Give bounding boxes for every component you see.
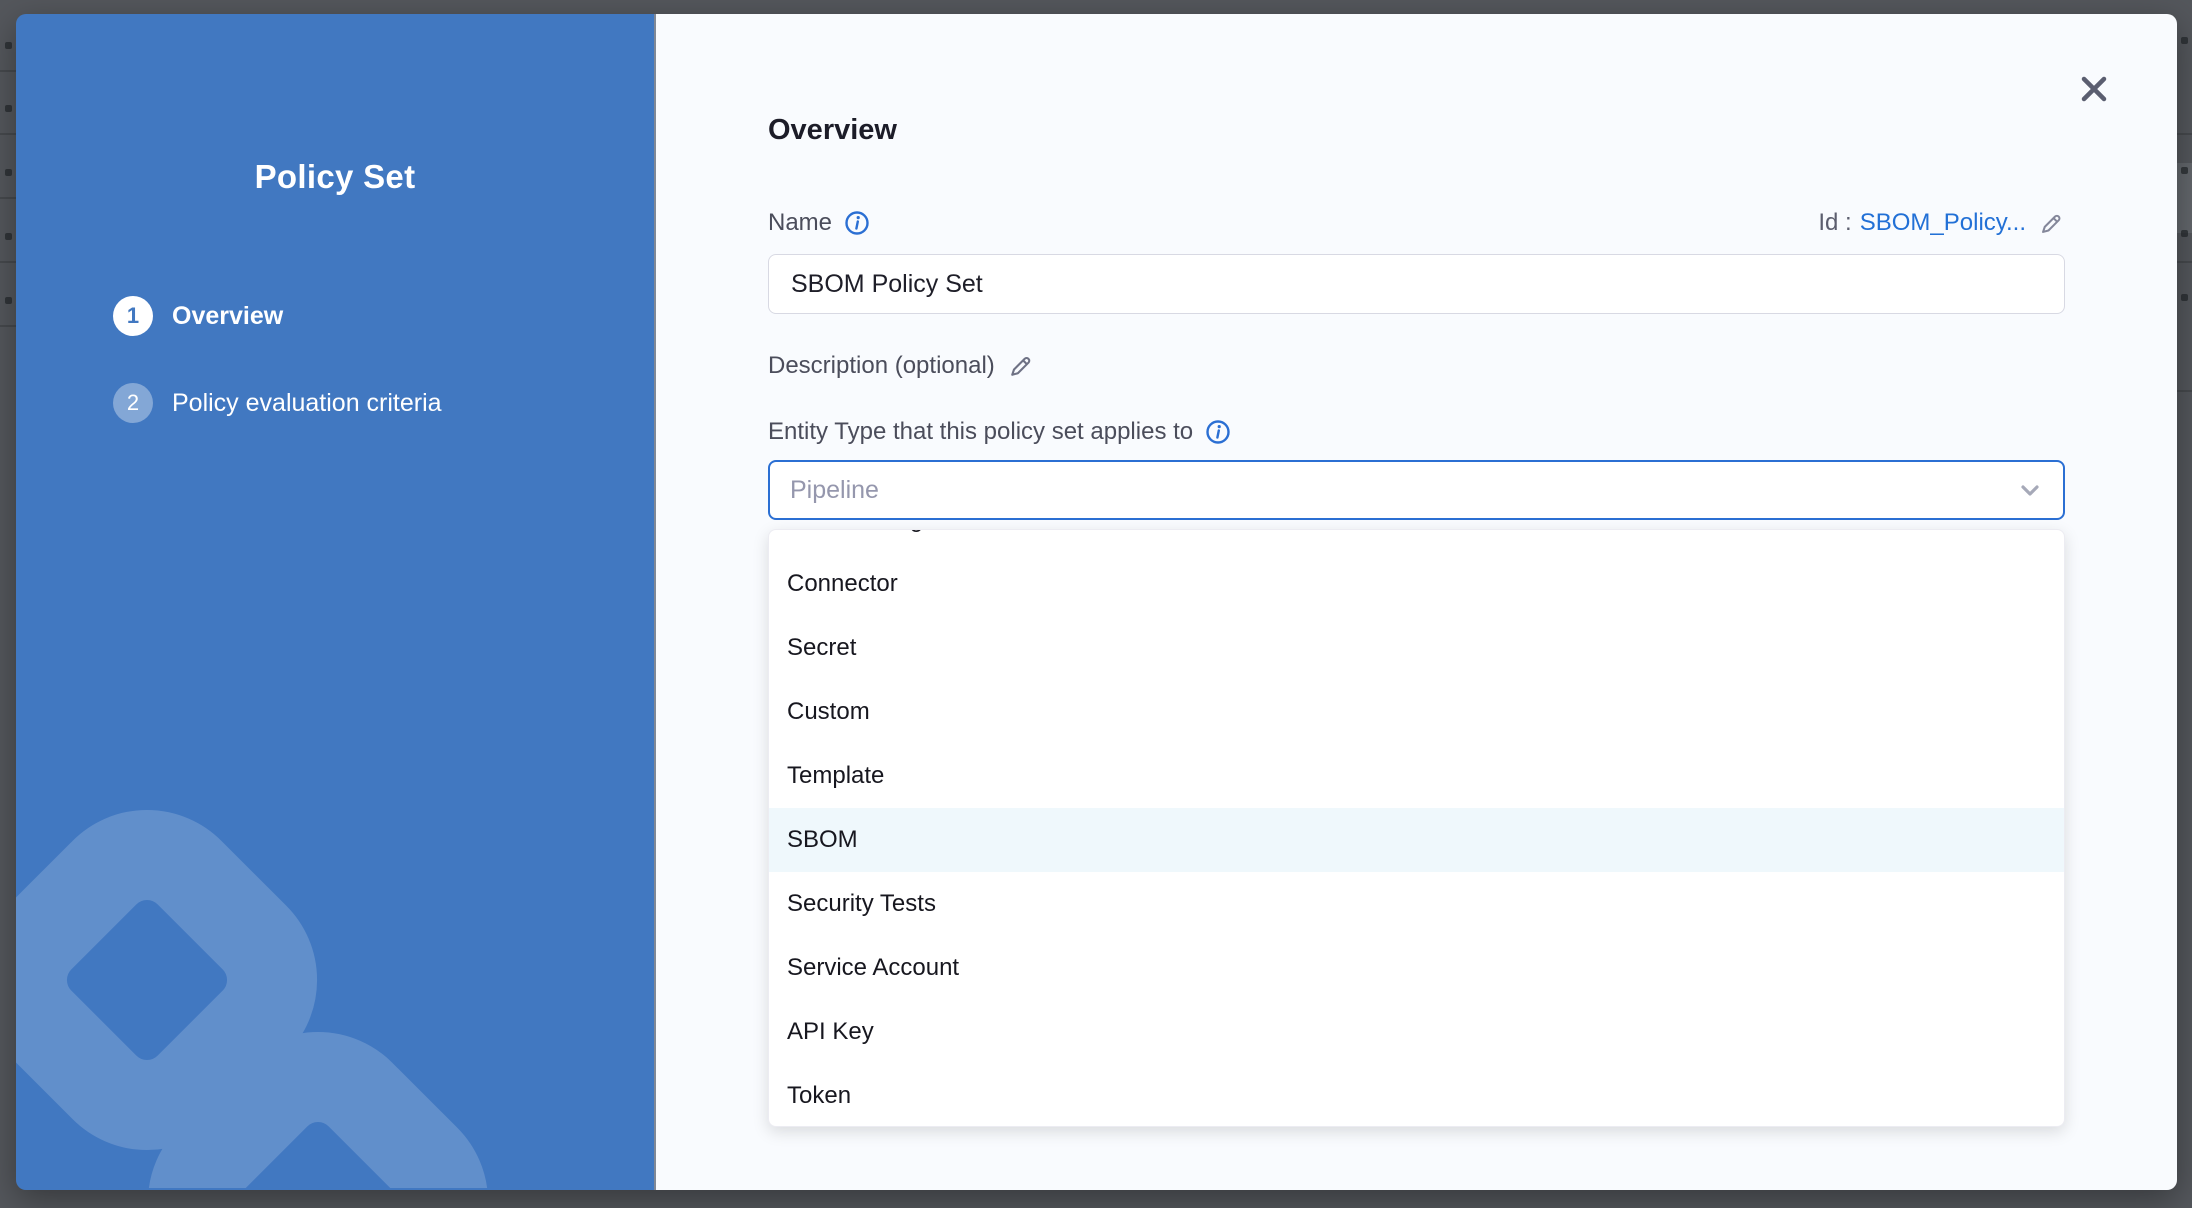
wizard-steps: 1 Overview 2 Policy evaluation criteria — [16, 296, 654, 423]
dropdown-option-clipped[interactable]: Feature Flag — [769, 529, 2064, 552]
dimmed-page-overlay: Policy Set 1 Overview 2 Policy evaluatio… — [0, 0, 2192, 1208]
step-1-label: Overview — [172, 302, 283, 331]
dropdown-option-sbom[interactable]: SBOM — [769, 808, 2064, 872]
dropdown-option-secret[interactable]: Secret — [769, 616, 2064, 680]
dropdown-option-security-tests[interactable]: Security Tests — [769, 872, 2064, 936]
chevron-down-icon — [2017, 477, 2043, 503]
step-1-badge: 1 — [113, 296, 153, 336]
close-icon — [2080, 75, 2108, 103]
name-input[interactable] — [768, 254, 2065, 314]
dropdown-option-api-key[interactable]: API Key — [769, 1000, 2064, 1064]
entity-type-label: Entity Type that this policy set applies… — [768, 418, 1193, 446]
entity-type-dropdown: Feature Flag Connector Secret Custom Tem… — [768, 529, 2065, 1127]
id-prefix-label: Id : — [1818, 209, 1851, 237]
entity-type-info-icon[interactable] — [1205, 419, 1231, 445]
page-title: Overview — [768, 110, 2065, 150]
step-2-badge: 2 — [113, 383, 153, 423]
policy-set-modal: Policy Set 1 Overview 2 Policy evaluatio… — [16, 14, 2177, 1190]
dropdown-option-template[interactable]: Template — [769, 744, 2064, 808]
close-button[interactable] — [2077, 72, 2111, 106]
wizard-sidebar: Policy Set 1 Overview 2 Policy evaluatio… — [16, 14, 656, 1190]
name-label: Name — [768, 209, 832, 237]
id-value-link[interactable]: SBOM_Policy... — [1860, 209, 2026, 237]
step-2-label: Policy evaluation criteria — [172, 389, 442, 418]
step-overview[interactable]: 1 Overview — [113, 296, 654, 336]
edit-description-icon[interactable] — [1007, 352, 1035, 380]
dropdown-option-service-account[interactable]: Service Account — [769, 936, 2064, 1000]
wizard-title: Policy Set — [16, 158, 654, 196]
entity-type-placeholder: Pipeline — [790, 476, 2017, 505]
description-label: Description (optional) — [768, 352, 995, 380]
dropdown-option-connector[interactable]: Connector — [769, 552, 2064, 616]
step-policy-evaluation-criteria[interactable]: 2 Policy evaluation criteria — [113, 383, 654, 423]
dropdown-option-custom[interactable]: Custom — [769, 680, 2064, 744]
dropdown-option-token[interactable]: Token — [769, 1064, 2064, 1127]
name-info-icon[interactable] — [844, 210, 870, 236]
overview-step-panel: Overview Name Id : SBOM_Policy... — [656, 14, 2177, 1190]
entity-type-select[interactable]: Pipeline — [768, 460, 2065, 520]
entity-id: Id : SBOM_Policy... — [1818, 209, 2065, 237]
edit-id-icon[interactable] — [2038, 210, 2065, 237]
